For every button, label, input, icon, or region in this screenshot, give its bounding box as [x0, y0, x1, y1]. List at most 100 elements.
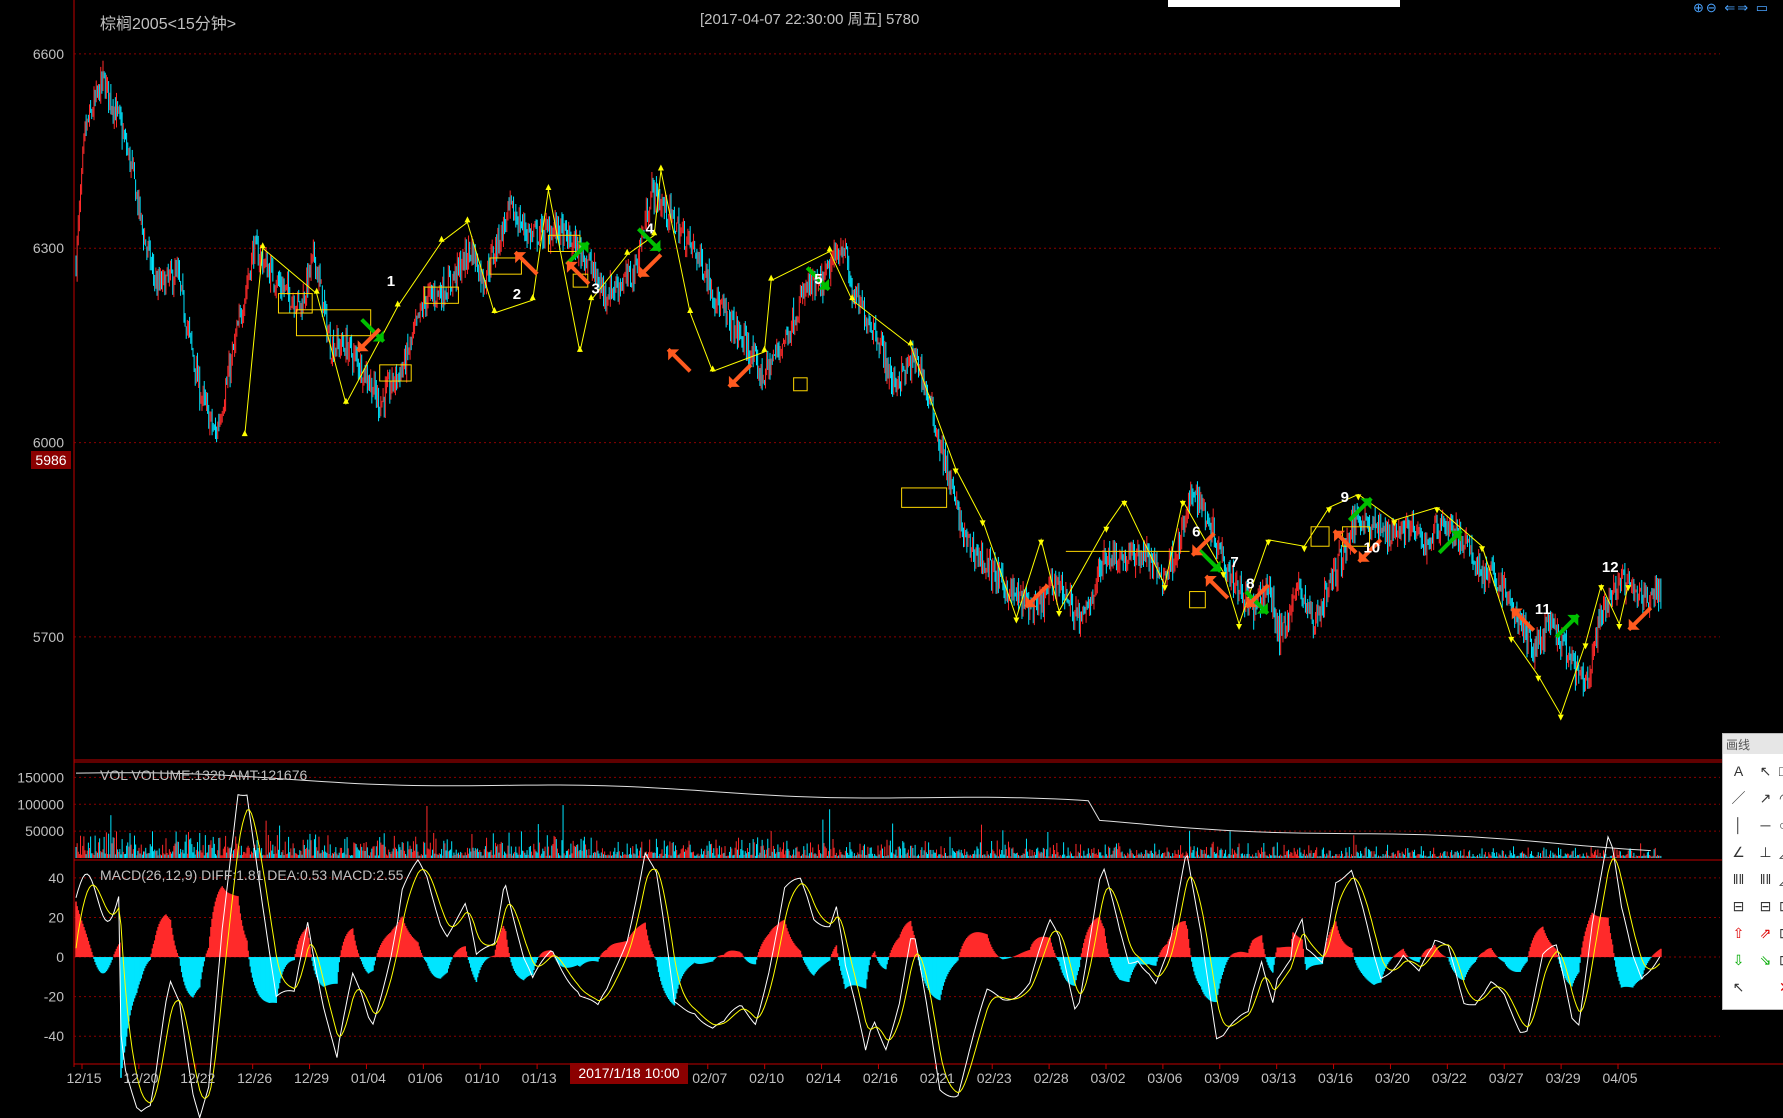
volume-tick-label: 100000: [17, 796, 64, 812]
draw-tool-20[interactable]: ⊡: [1779, 920, 1783, 947]
signal-number-label: 10: [1363, 540, 1380, 557]
zigzag-point: [1236, 623, 1243, 630]
draw-tool-18[interactable]: ⇧: [1725, 920, 1752, 947]
draw-tool-2[interactable]: □: [1779, 758, 1783, 785]
time-tick-label: 03/22: [1432, 1070, 1467, 1086]
time-tick-label: 01/10: [465, 1070, 500, 1086]
zigzag-point: [1616, 623, 1623, 630]
consolidation-box: [1189, 591, 1206, 609]
time-tick-label: 12/26: [237, 1070, 272, 1086]
draw-tool-21[interactable]: ⇩: [1725, 947, 1752, 974]
price-tick-label: 6600: [33, 46, 64, 62]
zigzag-point: [1301, 546, 1308, 553]
time-tick-label: 01/06: [408, 1070, 443, 1086]
draw-tool-16[interactable]: ⊟: [1752, 893, 1779, 920]
draw-panel-title: 画线: [1723, 734, 1783, 754]
time-tick-label: 02/23: [977, 1070, 1012, 1086]
draw-tool-25[interactable]: [1752, 974, 1779, 1001]
draw-tool-9[interactable]: ∠: [1725, 839, 1752, 866]
signal-number-label: 6: [1192, 524, 1200, 541]
time-tick-label: 01/04: [351, 1070, 386, 1086]
draw-tool-11[interactable]: ◿: [1779, 839, 1783, 866]
volume-label: VOL VOLUME:1328 AMT:121676: [100, 767, 307, 783]
macd-tick-label: 0: [56, 949, 64, 965]
signal-number-label: 4: [645, 220, 654, 237]
zigzag-point: [768, 274, 775, 281]
zigzag-point: [241, 430, 248, 437]
draw-tool-1[interactable]: ↖: [1752, 758, 1779, 785]
time-tick-label: 04/05: [1602, 1070, 1637, 1086]
signal-number-label: 3: [591, 281, 599, 298]
draw-tool-13[interactable]: ‖‖: [1752, 866, 1779, 893]
zigzag-point: [438, 235, 445, 242]
price-tick-label: 5700: [33, 629, 64, 645]
zoom-icon[interactable]: ⊕⊖ ⇐⇒ ▭: [1693, 0, 1770, 16]
zigzag-point: [1434, 507, 1441, 514]
draw-tool-3[interactable]: ／: [1725, 785, 1752, 812]
signal-number-label: 9: [1341, 489, 1349, 506]
signal-number-label: 2: [513, 286, 521, 303]
time-tick-label: 03/06: [1147, 1070, 1182, 1086]
draw-tool-5[interactable]: ◠: [1779, 785, 1783, 812]
volume-tick-label: 50000: [25, 823, 64, 839]
time-tick-label: 03/09: [1204, 1070, 1239, 1086]
time-tick-label: 12/15: [66, 1070, 101, 1086]
draw-tools-grid[interactable]: A↖□／↗◠│─○∠⊥◿‖‖‖‖◿⊟⊟⊡⇧⇗⊡⇩⇘⊡↖✕: [1723, 754, 1783, 1001]
draw-tools-panel[interactable]: 画线 A↖□／↗◠│─○∠⊥◿‖‖‖‖◿⊟⊟⊡⇧⇗⊡⇩⇘⊡↖✕: [1722, 733, 1783, 1010]
signal-number-label: 12: [1602, 559, 1619, 576]
draw-tool-8[interactable]: ○: [1779, 812, 1783, 839]
time-tick-label: 12/20: [123, 1070, 158, 1086]
macd-tick-label: 20: [48, 909, 64, 925]
draw-tool-4[interactable]: ↗: [1752, 785, 1779, 812]
time-tick-label: 02/16: [863, 1070, 898, 1086]
signal-number-label: 1: [387, 273, 395, 290]
open-interest-line: [75, 772, 1651, 852]
zigzag-point: [761, 345, 768, 352]
macd-tick-label: -40: [44, 1028, 64, 1044]
draw-tool-0[interactable]: A: [1725, 758, 1752, 785]
signal-number-label: 8: [1246, 575, 1254, 592]
time-tick-label: 12/22: [180, 1070, 215, 1086]
draw-tool-22[interactable]: ⇘: [1752, 947, 1779, 974]
time-tick-label: 03/02: [1090, 1070, 1125, 1086]
draw-tool-14[interactable]: ◿: [1779, 866, 1783, 893]
draw-tool-23[interactable]: ⊡: [1779, 947, 1783, 974]
kline-chart[interactable]: 6600 6300 6000 5700 150000 100000 50000 40 20 0 -2…: [0, 0, 1783, 1118]
search-box[interactable]: [1168, 0, 1400, 7]
time-tick-label: 03/16: [1318, 1070, 1353, 1086]
draw-tool-6[interactable]: │: [1725, 812, 1752, 839]
draw-tool-15[interactable]: ⊟: [1725, 893, 1752, 920]
signal-number-label: 5: [814, 271, 822, 288]
time-tick-label: 01/13: [522, 1070, 557, 1086]
zigzag-point: [1056, 611, 1063, 618]
consolidation-box: [793, 377, 808, 392]
zigzag-point: [657, 164, 664, 171]
time-tick-label: 02/28: [1034, 1070, 1069, 1086]
time-tick-label: 02/21: [920, 1070, 955, 1086]
macd-label: MACD(26,12,9) DIFF:1.81 DEA:0.53 MACD:2.…: [100, 867, 404, 883]
zigzag-point: [1557, 714, 1564, 721]
time-tick-label: 03/27: [1489, 1070, 1524, 1086]
draw-tool-10[interactable]: ⊥: [1752, 839, 1779, 866]
time-tick-label: 02/07: [692, 1070, 727, 1086]
draw-tool-7[interactable]: ─: [1752, 812, 1779, 839]
zigzag-point: [624, 248, 631, 255]
time-tick-label: 02/10: [749, 1070, 784, 1086]
price-badge: 5986: [31, 451, 71, 469]
chart-title: 棕榈2005<15分钟>: [100, 16, 237, 33]
date-badge: 2017/1/18 10:00: [570, 1063, 688, 1084]
time-tick-label: 03/29: [1546, 1070, 1581, 1086]
zigzag-point: [1013, 617, 1020, 624]
cursor-info: [2017-04-07 22:30:00 周五] 5780: [700, 11, 920, 28]
time-tick-label: 12/29: [294, 1070, 329, 1086]
consolidation-box: [1310, 526, 1330, 547]
draw-tool-12[interactable]: ‖‖: [1725, 866, 1752, 893]
zigzag-point: [1355, 494, 1362, 501]
draw-tool-26[interactable]: ✕: [1779, 974, 1783, 1001]
draw-tool-24[interactable]: ↖: [1725, 974, 1752, 1001]
zigzag-point: [576, 345, 583, 352]
draw-tool-19[interactable]: ⇗: [1752, 920, 1779, 947]
signal-number-label: 7: [1230, 554, 1238, 571]
draw-tool-17[interactable]: ⊡: [1779, 893, 1783, 920]
volume-tick-label: 150000: [17, 769, 64, 785]
